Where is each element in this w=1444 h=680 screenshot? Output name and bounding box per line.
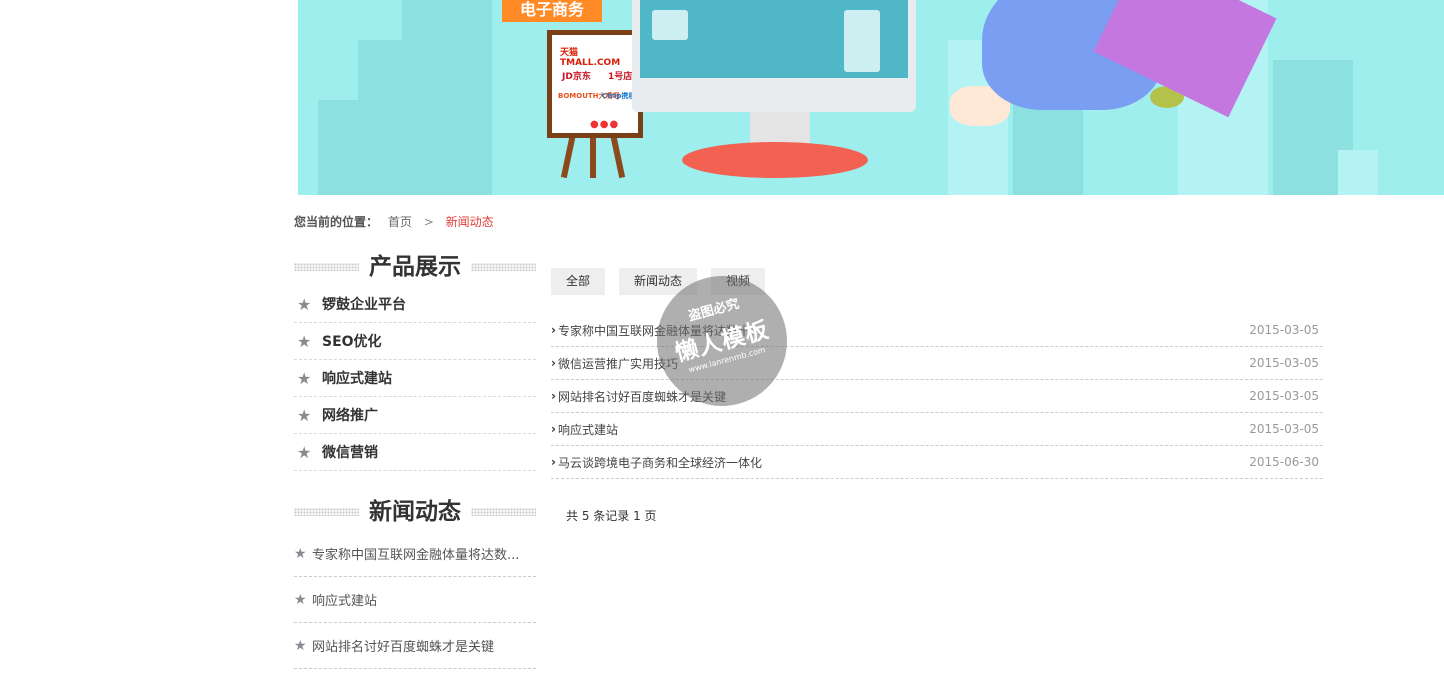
sidebar-news-label: 网站排名讨好百度蜘蛛才是关键	[312, 640, 495, 655]
chevron-right-icon: ›	[551, 389, 556, 403]
category-tabs: 全部 新闻动态 视频	[551, 268, 1323, 295]
tmall-logo: 天猫TMALL.COM	[560, 48, 621, 68]
building	[318, 100, 378, 195]
basket-icon	[652, 10, 688, 40]
list-item[interactable]: › 响应式建站 2015-03-05	[551, 413, 1323, 446]
news-date: 2015-03-05	[1249, 422, 1319, 436]
news-date: 2015-06-30	[1249, 455, 1319, 469]
jd-logo: JD京东	[562, 72, 591, 82]
basket-icon	[844, 10, 880, 72]
list-item[interactable]: › 网站排名讨好百度蜘蛛才是关键 2015-03-05	[551, 380, 1323, 413]
breadcrumb: 您当前的位置： 首页 > 新闻动态	[294, 213, 494, 230]
sidebar-news-item[interactable]: ★ 专家称中国互联网金融体量将达数...	[294, 531, 536, 577]
star-icon: ★	[294, 545, 307, 562]
banner: 电子商务 天猫TMALL.COM JD京东 1号店 BOMOUTH大嘴吧 Ctr…	[0, 0, 1444, 195]
news-date: 2015-03-05	[1249, 356, 1319, 370]
star-icon: ★	[294, 637, 307, 654]
sidebar-news-item[interactable]: ★ 网站排名讨好百度蜘蛛才是关键	[294, 623, 536, 669]
logo-board: 天猫TMALL.COM JD京东 1号店 BOMOUTH大嘴吧 Ctrip携程 …	[547, 30, 643, 138]
star-icon: ★	[294, 591, 307, 608]
star-icon: ★	[297, 368, 312, 388]
monitor-base	[682, 142, 868, 178]
sidebar-news-label: 响应式建站	[312, 594, 378, 609]
sidebar-item-label: 响应式建站	[322, 371, 392, 387]
star-icon: ★	[297, 442, 312, 462]
news-link[interactable]: › 马云谈跨境电子商务和全球经济一体化	[551, 454, 762, 471]
sidebar-item-label: 锣鼓企业平台	[322, 297, 406, 313]
logo-board-paper: 天猫TMALL.COM JD京东 1号店 BOMOUTH大嘴吧 Ctrip携程 …	[552, 35, 638, 133]
star-icon: ★	[297, 405, 312, 425]
building	[1338, 150, 1378, 195]
sidebar-news-label: 专家称中国互联网金融体量将达数...	[312, 548, 520, 563]
breadcrumb-separator: >	[423, 215, 434, 229]
star-icon: ★	[297, 294, 312, 314]
sidebar-item-product[interactable]: ★ 微信营销	[294, 434, 536, 471]
tab-all[interactable]: 全部	[551, 268, 606, 295]
star-icon: ★	[297, 331, 312, 351]
monitor	[632, 0, 916, 112]
sidebar-item-label: SEO优化	[322, 334, 382, 350]
news-title: 新闻动态	[359, 493, 471, 531]
sidebar-item-label: 微信营销	[322, 445, 378, 461]
monitor-screen	[640, 0, 908, 78]
news-title: 响应式建站	[557, 422, 618, 437]
breadcrumb-label: 您当前的位置：	[294, 215, 379, 229]
sidebar: 产品展示 ★ 锣鼓企业平台 ★ SEO优化 ★ 响应式建站 ★ 网络推广 ★ 微信营销 新…	[294, 248, 536, 669]
chevron-right-icon: ›	[551, 323, 556, 337]
products-title: 产品展示	[359, 248, 471, 286]
ecommerce-tag: 电子商务	[502, 0, 602, 22]
news-date: 2015-03-05	[1249, 323, 1319, 337]
building	[402, 0, 492, 195]
sidebar-item-product[interactable]: ★ SEO优化	[294, 323, 536, 360]
breadcrumb-home-link[interactable]: 首页	[388, 215, 412, 229]
sidebar-news-item[interactable]: ★ 响应式建站	[294, 577, 536, 623]
sidebar-news-list: ★ 专家称中国互联网金融体量将达数... ★ 响应式建站 ★ 网站排名讨好百度蜘蛛才是…	[294, 531, 536, 669]
sidebar-item-product[interactable]: ★ 网络推广	[294, 397, 536, 434]
news-title: 马云谈跨境电子商务和全球经济一体化	[557, 455, 762, 470]
more-dots: ●●●	[590, 119, 620, 130]
ctrip-logo: Ctrip携程	[602, 92, 636, 100]
chevron-right-icon: ›	[551, 455, 556, 469]
sidebar-item-product[interactable]: ★ 响应式建站	[294, 360, 536, 397]
news-section-title: 新闻动态	[294, 493, 536, 531]
breadcrumb-current[interactable]: 新闻动态	[446, 215, 494, 229]
sidebar-item-label: 网络推广	[322, 408, 378, 424]
chevron-right-icon: ›	[551, 422, 556, 436]
list-item[interactable]: › 马云谈跨境电子商务和全球经济一体化 2015-06-30	[551, 446, 1323, 479]
news-link[interactable]: › 响应式建站	[551, 421, 618, 438]
chevron-right-icon: ›	[551, 356, 556, 370]
product-category-list: ★ 锣鼓企业平台 ★ SEO优化 ★ 响应式建站 ★ 网络推广 ★ 微信营销	[294, 286, 536, 471]
banner-illustration: 电子商务 天猫TMALL.COM JD京东 1号店 BOMOUTH大嘴吧 Ctr…	[298, 0, 1444, 195]
sidebar-item-product[interactable]: ★ 锣鼓企业平台	[294, 286, 536, 323]
yhd-logo: 1号店	[608, 72, 633, 82]
news-date: 2015-03-05	[1249, 389, 1319, 403]
pagination-summary: 共 5 条记录 1 页	[566, 509, 657, 523]
products-section-title: 产品展示	[294, 248, 536, 286]
